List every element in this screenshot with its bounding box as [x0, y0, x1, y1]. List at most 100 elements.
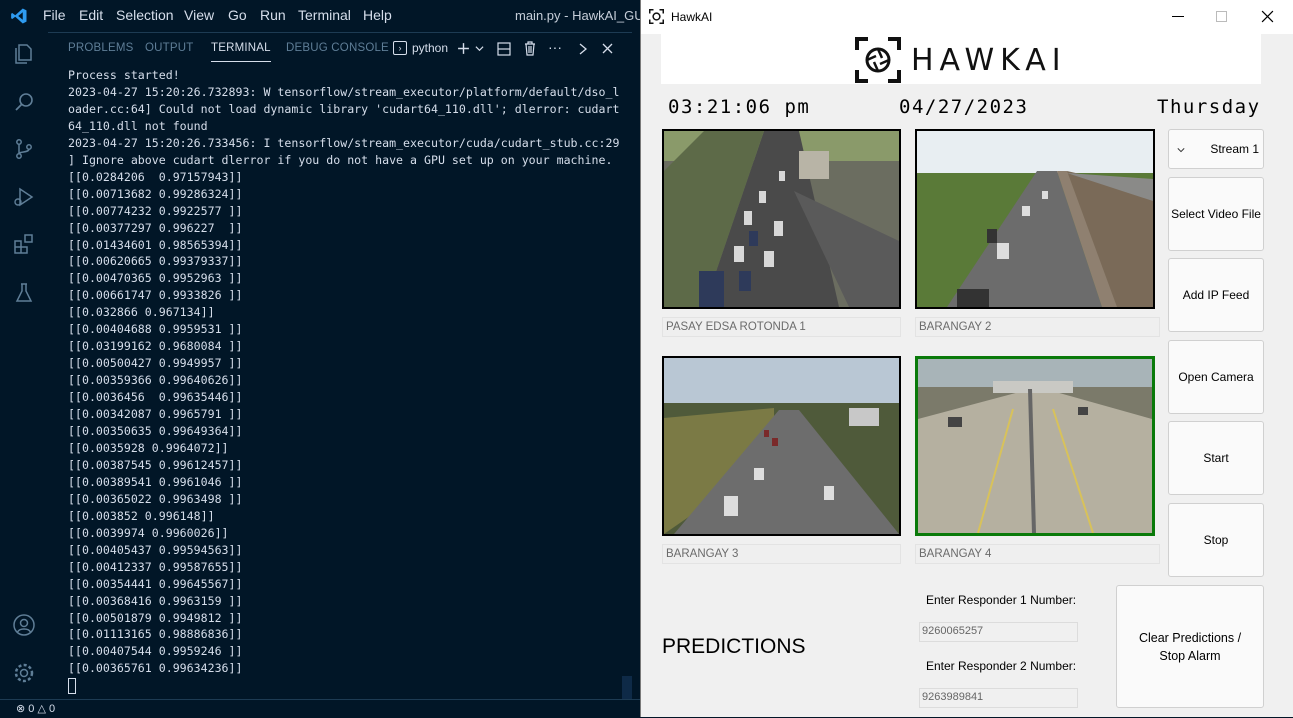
- terminal-line: Process started!: [68, 68, 180, 82]
- status-problems[interactable]: ⊗ 0 △ 0: [16, 702, 55, 715]
- predictions-heading: PREDICTIONS: [662, 635, 806, 658]
- menu-help[interactable]: Help: [363, 7, 392, 23]
- terminal-line: [[0.00342087 0.9965791 ]]: [68, 407, 243, 422]
- menu-edit[interactable]: Edit: [79, 7, 103, 23]
- camera-feed-3[interactable]: [662, 356, 901, 536]
- menu-file[interactable]: File: [43, 7, 66, 23]
- hawkai-window: HawkAI HAWKAI 03:21:06 pm 04/27/2023 Thu…: [640, 0, 1293, 717]
- chevron-right-icon[interactable]: [578, 43, 588, 55]
- close-window-icon[interactable]: [1261, 10, 1274, 23]
- new-terminal-plus-icon[interactable]: [457, 42, 470, 55]
- select-video-file-button[interactable]: Select Video File: [1168, 177, 1264, 251]
- menu-terminal[interactable]: Terminal: [298, 7, 351, 23]
- search-icon[interactable]: [12, 90, 36, 114]
- camera-feed-1[interactable]: [662, 129, 901, 309]
- menu-view[interactable]: View: [184, 7, 214, 23]
- menu-selection[interactable]: Selection: [116, 7, 174, 23]
- tab-terminal[interactable]: TERMINAL: [211, 42, 271, 62]
- terminal-scrollbar[interactable]: [622, 676, 632, 700]
- maximize-icon[interactable]: [1216, 11, 1227, 22]
- trash-kill-terminal-icon[interactable]: [523, 41, 537, 56]
- hawkai-logo-icon: [855, 37, 901, 83]
- camera-feed-4-active[interactable]: [915, 356, 1155, 536]
- responder-2-input[interactable]: 9263989841: [919, 688, 1078, 708]
- close-panel-icon[interactable]: [602, 43, 613, 54]
- hawkai-window-title: HawkAI: [671, 10, 713, 24]
- terminal-line: [[0.0036456 0.99635446]]: [68, 390, 243, 405]
- stream-select-dropdown[interactable]: Stream 1: [1168, 129, 1264, 169]
- minimize-icon[interactable]: [1172, 16, 1184, 18]
- terminal-line: [[0.01113165 0.98886836]]: [68, 627, 243, 642]
- add-ip-feed-button[interactable]: Add IP Feed: [1168, 258, 1264, 332]
- terminal-line: [[0.00412337 0.99587655]]: [68, 559, 243, 574]
- menu-go[interactable]: Go: [228, 7, 247, 23]
- terminal-line: oader.cc:64] Could not load dynamic libr…: [68, 101, 620, 116]
- terminal-line: [[0.003852 0.996148]]: [68, 508, 215, 523]
- terminal-line: [[0.03199162 0.9680084 ]]: [68, 339, 243, 354]
- terminal-line: [[0.00620665 0.99379337]]: [68, 254, 243, 269]
- warning-count: 0: [49, 703, 56, 715]
- terminal-line: [[0.00501879 0.9949812 ]]: [68, 610, 243, 625]
- logo-banner: HAWKAI: [661, 34, 1261, 84]
- terminal-line: [[0.00365022 0.9963498 ]]: [68, 491, 243, 506]
- clock-date: 04/27/2023: [899, 96, 1029, 118]
- camera-feed-2[interactable]: [915, 129, 1155, 309]
- terminal-line: 64_110.dll not found: [68, 118, 208, 133]
- clear-predictions-button[interactable]: Clear Predictions / Stop Alarm: [1116, 585, 1264, 708]
- terminal-line: [[0.00713682 0.99286324]]: [68, 186, 243, 201]
- stop-button[interactable]: Stop: [1168, 503, 1264, 577]
- tab-problems[interactable]: PROBLEMS: [68, 42, 134, 54]
- terminal-line: [[0.0035928 0.9964072]]: [68, 440, 229, 455]
- terminal-line: [[0.00661747 0.9933826 ]]: [68, 288, 243, 303]
- stream-select-value: Stream 1: [1210, 142, 1259, 156]
- status-bar: ⊗ 0 △ 0: [0, 699, 640, 718]
- settings-gear-icon[interactable]: [12, 661, 36, 685]
- run-debug-icon[interactable]: [12, 185, 36, 209]
- terminal-line: [[0.00470365 0.9952963 ]]: [68, 271, 243, 286]
- responder-1-input[interactable]: 9260065257: [919, 622, 1078, 642]
- terminal-line: [[0.0284206 0.97157943]]: [68, 169, 243, 184]
- menu-run[interactable]: Run: [260, 7, 286, 23]
- account-icon[interactable]: [12, 613, 36, 637]
- explorer-icon[interactable]: [12, 42, 36, 66]
- extensions-icon[interactable]: [12, 232, 36, 256]
- traffic-video-1: [664, 131, 899, 307]
- terminal-line: [[0.00365761 0.99634236]]: [68, 661, 243, 676]
- hawkai-logo-text: HAWKAI: [911, 43, 1067, 78]
- terminal-line: [[0.00377297 0.996227 ]]: [68, 220, 243, 235]
- chevron-down-icon[interactable]: [475, 44, 484, 53]
- terminal-line: [[0.00350635 0.99649364]]: [68, 424, 243, 439]
- warning-icon: △: [37, 703, 46, 715]
- responder-1-label: Enter Responder 1 Number:: [926, 593, 1077, 607]
- traffic-video-3: [664, 358, 899, 534]
- responder-2-label: Enter Responder 2 Number:: [926, 659, 1077, 673]
- tab-debug-console[interactable]: DEBUG CONSOLE: [286, 42, 389, 54]
- vscode-logo-icon: [11, 8, 27, 24]
- activity-bar: [0, 32, 48, 699]
- traffic-video-2: [917, 131, 1153, 307]
- open-camera-button[interactable]: Open Camera: [1168, 340, 1264, 414]
- camera-label-4: BARANGAY 4: [915, 544, 1160, 564]
- terminal-line: [[0.01434601 0.98565394]]: [68, 237, 243, 252]
- camera-label-1: PASAY EDSA ROTONDA 1: [662, 317, 901, 337]
- split-terminal-icon[interactable]: [497, 42, 511, 56]
- terminal-output[interactable]: Process started! 2023-04-27 15:20:26.7328…: [68, 67, 628, 695]
- window-title: main.py - HawkAI_GUI-: [515, 8, 652, 23]
- terminal-line: [[0.00387545 0.99612457]]: [68, 457, 243, 472]
- start-button[interactable]: Start: [1168, 421, 1264, 495]
- terminal-cursor: [68, 678, 76, 695]
- terminal-line: [[0.00407544 0.9959246 ]]: [68, 644, 243, 659]
- terminal-line: ] Ignore above cudart dlerror if you do …: [68, 152, 613, 167]
- error-count: 0: [28, 703, 35, 715]
- hawkai-app-icon: [649, 9, 664, 24]
- more-actions-icon[interactable]: ···: [548, 39, 562, 55]
- testing-icon[interactable]: [12, 281, 36, 305]
- terminal-line: [[0.00368416 0.9963159 ]]: [68, 593, 243, 608]
- tab-output[interactable]: OUTPUT: [145, 42, 193, 54]
- terminal-profile-icon: ›: [393, 41, 407, 55]
- source-control-icon[interactable]: [12, 137, 36, 161]
- terminal-line: 2023-04-27 15:20:26.733456: I tensorflow…: [68, 135, 620, 150]
- terminal-line: 2023-04-27 15:20:26.732893: W tensorflow…: [68, 84, 620, 99]
- terminal-profile-name[interactable]: python: [412, 41, 448, 55]
- traffic-video-4: [918, 359, 1152, 533]
